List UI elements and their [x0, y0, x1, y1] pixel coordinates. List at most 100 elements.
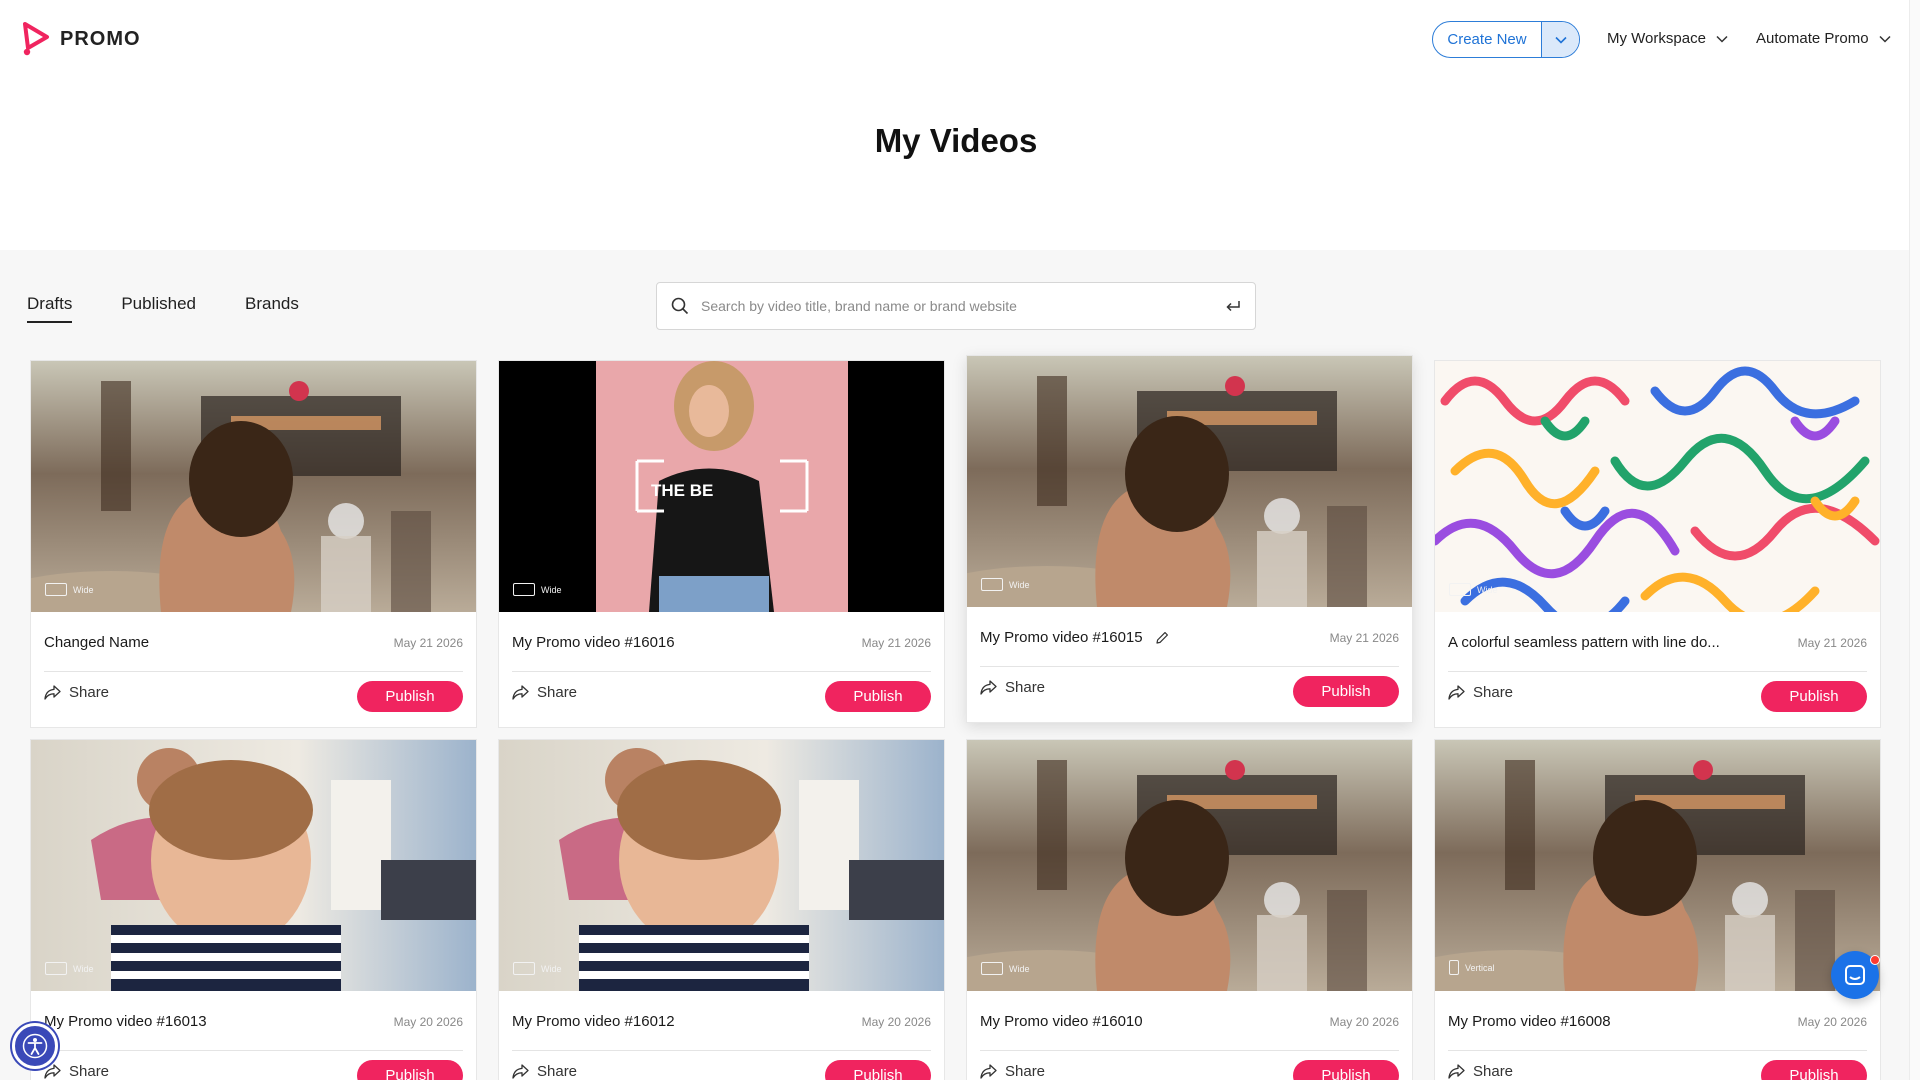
share-icon — [44, 1064, 61, 1079]
share-icon — [1448, 1064, 1465, 1079]
video-card[interactable]: Wide My Promo video #16012 May 20 2026 S… — [498, 739, 945, 1080]
share-icon — [980, 680, 997, 695]
video-title[interactable]: My Promo video #16012 — [512, 1013, 675, 1030]
wide-frame-icon — [45, 962, 67, 975]
video-title[interactable]: My Promo video #16015 — [980, 629, 1169, 646]
publish-button[interactable]: Publish — [825, 681, 931, 712]
publish-button[interactable]: Publish — [1761, 681, 1867, 712]
video-date: May 20 2026 — [393, 1015, 463, 1029]
thumbnail-overlay-text: THE BE — [651, 481, 713, 500]
video-date: May 20 2026 — [861, 1015, 931, 1029]
share-button[interactable]: Share — [980, 679, 1045, 696]
publish-button[interactable]: Publish — [1293, 1060, 1399, 1080]
search-input[interactable] — [701, 298, 1225, 314]
share-icon — [980, 1064, 997, 1079]
festival-thumbnail-image — [1435, 740, 1880, 991]
video-thumbnail[interactable]: Wide — [1435, 361, 1880, 612]
video-thumbnail[interactable]: Wide — [499, 740, 944, 991]
festival-thumbnail-image — [967, 356, 1412, 607]
share-icon — [512, 1064, 529, 1079]
tab-published[interactable]: Published — [121, 294, 196, 323]
model-thumbnail-image: THE BE — [499, 361, 944, 612]
search-icon — [671, 297, 689, 315]
page: PROMO Create New My Workspace Automate P… — [0, 0, 1920, 1080]
card-divider — [512, 1050, 931, 1051]
share-button[interactable]: Share — [44, 1063, 109, 1080]
page-scrollbar[interactable] — [1909, 0, 1920, 1080]
pencil-icon[interactable] — [1155, 631, 1169, 645]
video-thumbnail[interactable]: Wide — [967, 356, 1412, 607]
video-date: May 20 2026 — [1329, 1015, 1399, 1029]
video-tabs: Drafts Published Brands — [27, 294, 299, 323]
video-title[interactable]: My Promo video #16013 — [44, 1013, 207, 1030]
video-title[interactable]: A colorful seamless pattern with line do… — [1448, 634, 1720, 651]
video-title[interactable]: My Promo video #16008 — [1448, 1013, 1611, 1030]
video-card[interactable]: Wide A colorful seamless pattern with li… — [1434, 360, 1881, 728]
child-thumbnail-image — [499, 740, 944, 991]
my-workspace-label: My Workspace — [1607, 30, 1706, 47]
video-card[interactable]: Wide My Promo video #16013 May 20 2026 S… — [30, 739, 477, 1080]
video-card[interactable]: THE BE Wide My Promo video #16016 May 21… — [498, 360, 945, 728]
card-divider — [980, 1050, 1399, 1051]
share-button[interactable]: Share — [1448, 1063, 1513, 1080]
video-card[interactable]: Wide My Promo video #16015 May 21 2026 S… — [966, 355, 1413, 723]
logo[interactable]: PROMO — [22, 22, 141, 56]
publish-button[interactable]: Publish — [357, 681, 463, 712]
tab-brands[interactable]: Brands — [245, 294, 299, 323]
share-button[interactable]: Share — [1448, 684, 1513, 701]
video-thumbnail[interactable]: THE BE Wide — [499, 361, 944, 612]
card-divider — [1448, 671, 1867, 672]
my-workspace-menu[interactable]: My Workspace — [1607, 30, 1728, 47]
share-label: Share — [537, 1063, 578, 1080]
festival-thumbnail-image — [967, 740, 1412, 991]
video-thumbnail[interactable]: Wide — [967, 740, 1412, 991]
share-button[interactable]: Share — [512, 1063, 577, 1080]
share-label: Share — [1005, 679, 1046, 696]
share-icon — [512, 685, 529, 700]
video-card[interactable]: Vertical My Promo video #16008 May 20 20… — [1434, 739, 1881, 1080]
video-title-text: My Promo video #16013 — [44, 1013, 207, 1030]
share-label: Share — [69, 1063, 110, 1080]
share-label: Share — [537, 684, 578, 701]
logo-text: PROMO — [60, 27, 141, 50]
video-title-text: My Promo video #16008 — [1448, 1013, 1611, 1030]
video-thumbnail[interactable]: Vertical — [1435, 740, 1880, 991]
chevron-down-icon — [1554, 36, 1567, 44]
accessibility-button[interactable] — [12, 1023, 58, 1069]
share-button[interactable]: Share — [44, 684, 109, 701]
video-title-text: My Promo video #16012 — [512, 1013, 675, 1030]
video-card[interactable]: Wide Changed Name May 21 2026 Share Publ… — [30, 360, 477, 728]
chevron-down-icon — [1879, 35, 1891, 43]
create-new-button[interactable]: Create New — [1433, 22, 1541, 57]
format-label: Wide — [1477, 584, 1498, 595]
wide-frame-icon — [981, 962, 1003, 975]
video-title-text: My Promo video #16010 — [980, 1013, 1143, 1030]
video-title[interactable]: My Promo video #16016 — [512, 634, 675, 651]
publish-button[interactable]: Publish — [1761, 1060, 1867, 1080]
share-button[interactable]: Share — [980, 1063, 1045, 1080]
notification-dot — [1870, 955, 1880, 965]
share-icon — [44, 685, 61, 700]
format-badge: Wide — [981, 962, 1030, 975]
share-label: Share — [1473, 684, 1514, 701]
format-badge: Wide — [513, 583, 562, 596]
video-card[interactable]: Wide My Promo video #16010 May 20 2026 S… — [966, 739, 1413, 1080]
publish-button[interactable]: Publish — [825, 1060, 931, 1080]
wide-frame-icon — [1449, 583, 1471, 596]
video-title[interactable]: My Promo video #16010 — [980, 1013, 1143, 1030]
share-button[interactable]: Share — [512, 684, 577, 701]
video-thumbnail[interactable]: Wide — [31, 740, 476, 991]
share-label: Share — [1473, 1063, 1514, 1080]
card-divider — [44, 671, 463, 672]
publish-button[interactable]: Publish — [1293, 676, 1399, 707]
page-title: My Videos — [874, 122, 1038, 159]
tab-drafts[interactable]: Drafts — [27, 294, 73, 323]
video-title[interactable]: Changed Name — [44, 634, 149, 651]
video-date: May 21 2026 — [861, 636, 931, 650]
chat-icon — [1845, 965, 1865, 985]
video-thumbnail[interactable]: Wide — [31, 361, 476, 612]
publish-button[interactable]: Publish — [357, 1060, 463, 1080]
create-new-dropdown-toggle[interactable] — [1541, 22, 1579, 57]
enter-key-icon[interactable] — [1225, 299, 1241, 313]
automate-promo-menu[interactable]: Automate Promo — [1756, 30, 1891, 47]
